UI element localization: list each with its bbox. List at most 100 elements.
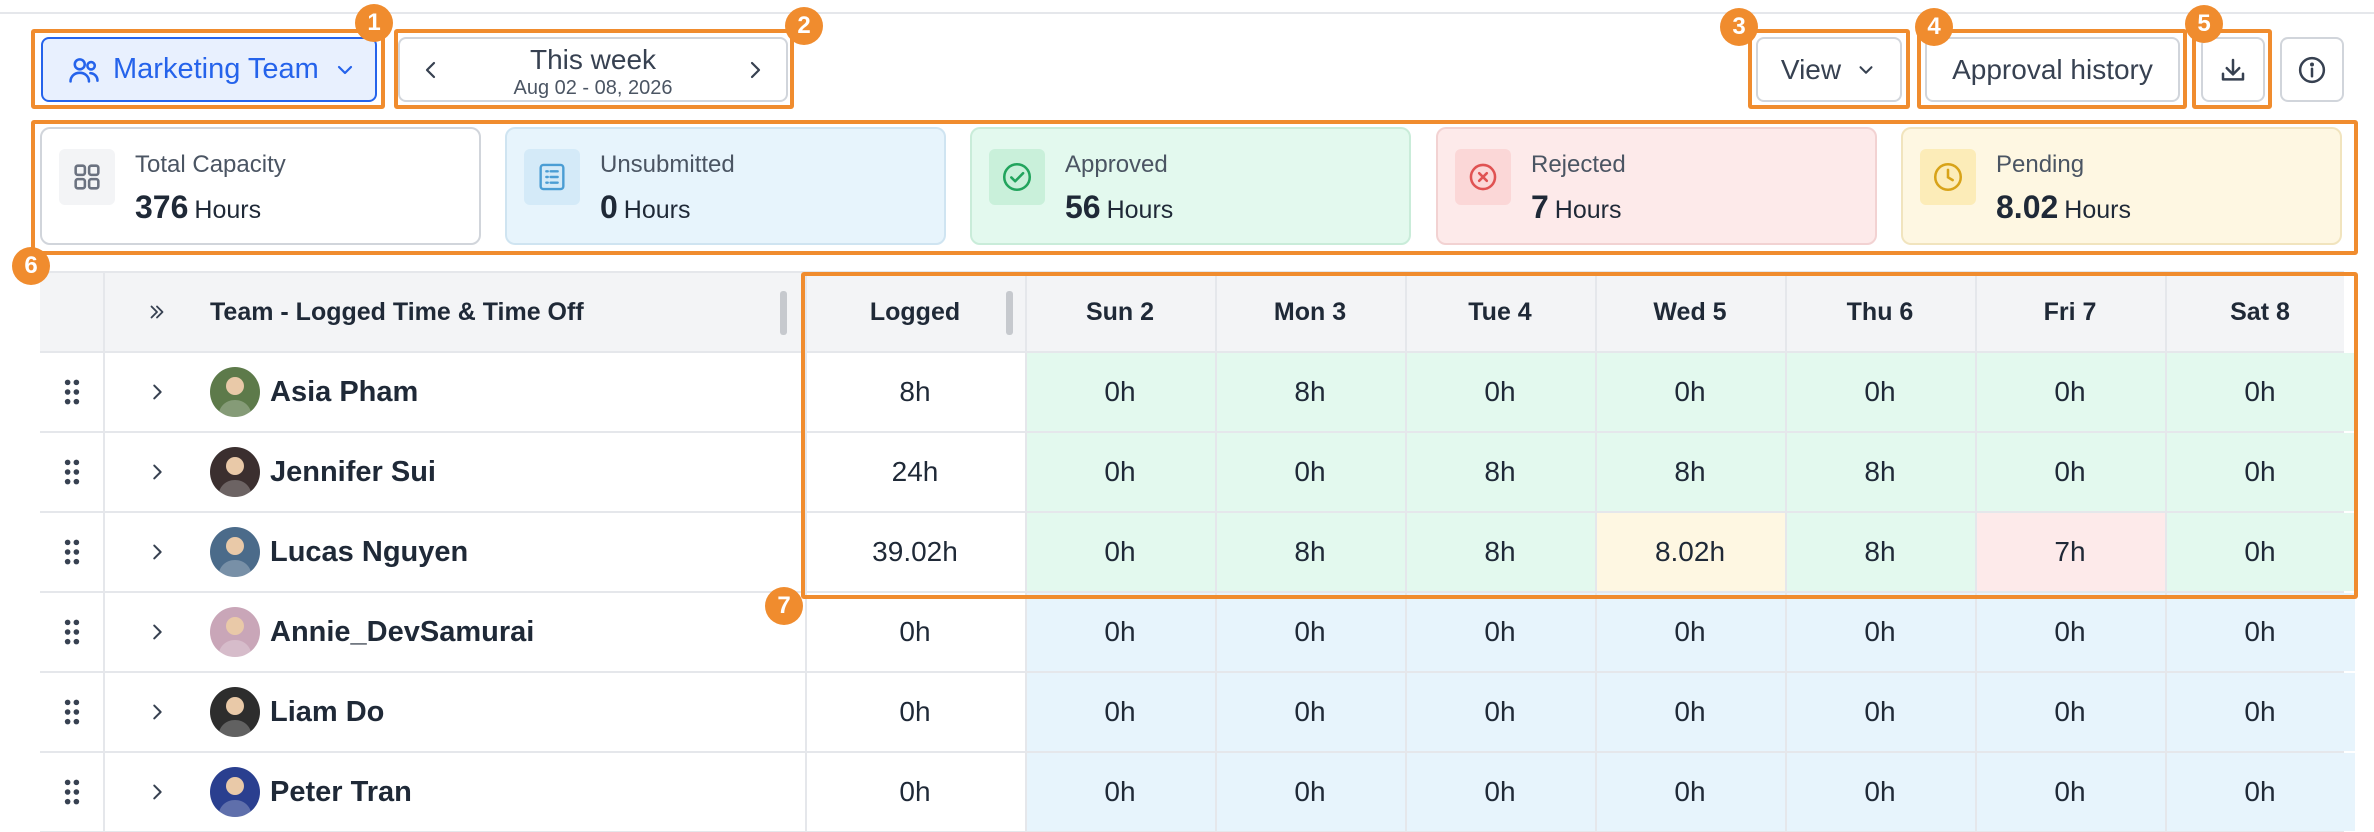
- day-hours-cell[interactable]: 0h: [1215, 593, 1405, 671]
- column-divider: [1405, 673, 1407, 751]
- drag-grip-icon: [64, 539, 79, 565]
- day-hours-cell[interactable]: 0h: [1975, 673, 2165, 751]
- column-resize-handle[interactable]: [780, 291, 787, 335]
- column-divider: [1595, 593, 1597, 671]
- day-hours-cell[interactable]: 0h: [1215, 753, 1405, 831]
- day-hours-cell[interactable]: 0h: [1025, 753, 1215, 831]
- callout-badge-5: 5: [2185, 5, 2223, 43]
- column-divider: [1215, 753, 1217, 831]
- drag-grip-icon: [64, 619, 79, 645]
- column-divider: [103, 513, 105, 591]
- avatar: [210, 607, 260, 657]
- day-hours-cell[interactable]: 0h: [1975, 753, 2165, 831]
- column-divider: [103, 433, 105, 511]
- avatar: [210, 527, 260, 577]
- drag-handle[interactable]: [40, 353, 103, 431]
- callout-box-7: [801, 272, 2358, 599]
- logged-hours-cell: 0h: [899, 776, 931, 807]
- column-divider: [1975, 673, 1977, 751]
- member-name: Jennifer Sui: [270, 455, 436, 488]
- column-divider: [103, 753, 105, 831]
- chevron-right-icon: [152, 704, 162, 720]
- callout-badge-6: 6: [12, 247, 50, 285]
- expand-row-button[interactable]: [103, 433, 210, 511]
- day-hours-cell[interactable]: 0h: [1025, 593, 1215, 671]
- callout-badge-1: 1: [355, 4, 393, 42]
- column-divider: [805, 593, 807, 671]
- member-name: Liam Do: [270, 695, 385, 728]
- drag-grip-icon: [64, 779, 79, 805]
- chevron-right-icon: [152, 544, 162, 560]
- avatar: [210, 767, 260, 817]
- table-row: 0h 0h 0h 0h 0h 0h 0h Annie_DevSamurai 0h: [40, 593, 2355, 673]
- info-icon: [2298, 56, 2326, 83]
- avatar: [210, 367, 260, 417]
- day-hours-cell[interactable]: 0h: [1595, 673, 1785, 751]
- drag-grip-icon: [64, 379, 79, 405]
- column-divider: [1025, 753, 1027, 831]
- column-divider: [1215, 673, 1217, 751]
- column-divider: [1975, 593, 1977, 671]
- member-cell[interactable]: Lucas Nguyen: [210, 513, 468, 591]
- callout-box-3: [1748, 29, 1910, 109]
- chevron-right-icon: [152, 624, 162, 640]
- expand-all-button[interactable]: [103, 273, 210, 351]
- day-hours-cell[interactable]: 0h: [2165, 673, 2355, 751]
- column-divider: [1215, 593, 1217, 671]
- member-cell[interactable]: Annie_DevSamurai: [210, 593, 534, 671]
- column-divider: [1785, 753, 1787, 831]
- team-column-header: Team - Logged Time & Time Off: [210, 297, 584, 326]
- drag-handle[interactable]: [40, 433, 103, 511]
- member-cell[interactable]: Asia Pham: [210, 353, 418, 431]
- chevron-right-icon: [152, 464, 162, 480]
- day-hours-cell[interactable]: 0h: [1405, 753, 1595, 831]
- day-hours-cell[interactable]: 0h: [1215, 673, 1405, 751]
- avatar: [210, 687, 260, 737]
- logged-hours-cell: 0h: [899, 616, 931, 647]
- expand-row-button[interactable]: [103, 513, 210, 591]
- column-divider: [1785, 673, 1787, 751]
- expand-row-button[interactable]: [103, 753, 210, 831]
- info-button[interactable]: [2280, 37, 2344, 102]
- day-hours-cell[interactable]: 0h: [1785, 753, 1975, 831]
- member-cell[interactable]: Peter Tran: [210, 753, 412, 831]
- column-divider: [1595, 753, 1597, 831]
- day-hours-cell[interactable]: 0h: [1785, 593, 1975, 671]
- drag-handle[interactable]: [40, 673, 103, 751]
- column-divider: [1595, 673, 1597, 751]
- day-hours-cell[interactable]: 0h: [1595, 753, 1785, 831]
- day-hours-cell[interactable]: 0h: [1595, 593, 1785, 671]
- column-divider: [103, 353, 105, 431]
- day-hours-cell[interactable]: 0h: [1405, 593, 1595, 671]
- column-divider: [805, 673, 807, 751]
- member-name: Peter Tran: [270, 775, 412, 808]
- callout-box-2: [394, 29, 794, 109]
- column-divider: [2165, 753, 2167, 831]
- expand-row-button[interactable]: [103, 353, 210, 431]
- day-hours-cell[interactable]: 0h: [1785, 673, 1975, 751]
- member-name: Annie_DevSamurai: [270, 615, 535, 648]
- column-divider: [103, 273, 105, 351]
- drag-handle[interactable]: [40, 753, 103, 831]
- callout-box-4: [1917, 29, 2187, 109]
- table-row: 0h 0h 0h 0h 0h 0h 0h Liam Do 0h: [40, 673, 2355, 753]
- drag-handle[interactable]: [40, 513, 103, 591]
- chevron-right-icon: [152, 384, 162, 400]
- member-cell[interactable]: Jennifer Sui: [210, 433, 436, 511]
- avatar: [210, 447, 260, 497]
- day-hours-cell[interactable]: 0h: [2165, 593, 2355, 671]
- day-hours-cell[interactable]: 0h: [2165, 753, 2355, 831]
- column-divider: [1975, 753, 1977, 831]
- member-cell[interactable]: Liam Do: [210, 673, 384, 751]
- expand-row-button[interactable]: [103, 673, 210, 751]
- drag-handle[interactable]: [40, 593, 103, 671]
- column-divider: [1025, 673, 1027, 751]
- day-hours-cell[interactable]: 0h: [1405, 673, 1595, 751]
- chevrons-right-icon: [150, 305, 163, 319]
- member-name: Lucas Nguyen: [270, 535, 469, 568]
- expand-row-button[interactable]: [103, 593, 210, 671]
- day-hours-cell[interactable]: 0h: [1975, 593, 2165, 671]
- column-divider: [2165, 593, 2167, 671]
- day-hours-cell[interactable]: 0h: [1025, 673, 1215, 751]
- column-divider: [1405, 593, 1407, 671]
